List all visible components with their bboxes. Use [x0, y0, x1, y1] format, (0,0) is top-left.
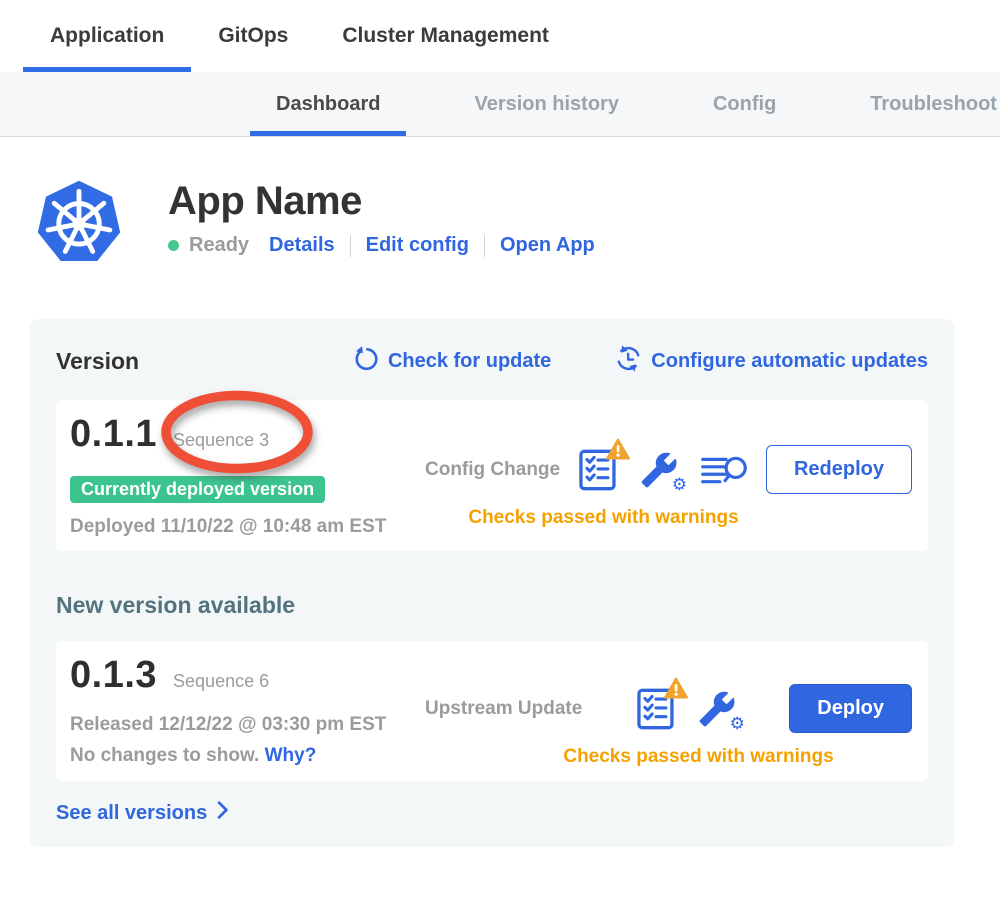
deployed-timestamp: Deployed 11/10/22 @ 10:48 am EST	[70, 516, 425, 538]
check-for-update-link[interactable]: Check for update	[353, 346, 551, 378]
current-version-number: 0.1.1	[70, 413, 157, 456]
tab-gitops[interactable]: GitOps	[191, 0, 315, 72]
available-icon-group: ⚙	[636, 687, 736, 731]
warning-triangle-icon	[606, 438, 630, 465]
available-checks-status: Checks passed with warnings	[425, 746, 912, 768]
available-version-card: 0.1.3 Sequence 6 Released 12/12/22 @ 03:…	[56, 641, 928, 781]
kubernetes-logo	[35, 177, 123, 268]
tab-troubleshoot[interactable]: Troubleshoot	[844, 72, 1000, 136]
no-changes-note: No changes to show. Why?	[70, 745, 425, 767]
no-changes-text: No changes to show.	[70, 745, 259, 766]
deploy-button[interactable]: Deploy	[789, 684, 912, 733]
chevron-right-icon	[217, 801, 229, 825]
secondary-nav: Dashboard Version history Config Trouble…	[0, 72, 1000, 137]
divider	[484, 235, 485, 257]
wrench-gear-icon[interactable]: ⚙	[698, 689, 736, 729]
see-all-versions-label: See all versions	[56, 802, 207, 825]
check-for-update-label: Check for update	[388, 350, 551, 373]
current-checks-status: Checks passed with warnings	[425, 507, 912, 529]
current-version-info: 0.1.1 Sequence 3 Currently deployed vers…	[70, 413, 425, 538]
tab-dashboard[interactable]: Dashboard	[250, 72, 406, 136]
available-version-info: 0.1.3 Sequence 6 Released 12/12/22 @ 03:…	[70, 654, 425, 767]
current-version-sequence: Sequence 3	[173, 430, 269, 451]
released-timestamp: Released 12/12/22 @ 03:30 pm EST	[70, 714, 425, 736]
warning-triangle-icon	[664, 677, 688, 704]
view-files-magnifier-icon[interactable]	[700, 453, 748, 487]
current-version-actions: Config Change	[425, 413, 912, 529]
version-heading: Version	[56, 348, 353, 375]
edit-config-link[interactable]: Edit config	[366, 234, 469, 257]
available-version-actions: Upstream Update	[425, 654, 912, 768]
preflight-checklist-icon[interactable]	[636, 687, 676, 731]
gear-icon: ⚙	[672, 477, 687, 494]
wrench-gear-icon[interactable]: ⚙	[640, 450, 678, 490]
available-version-sequence: Sequence 6	[173, 671, 269, 692]
tab-config[interactable]: Config	[687, 72, 802, 136]
currently-deployed-badge: Currently deployed version	[70, 476, 325, 503]
current-icon-group: ⚙	[578, 448, 748, 492]
app-title-block: App Name Ready Details Edit config Open …	[168, 177, 595, 268]
tab-application[interactable]: Application	[23, 0, 191, 72]
see-all-versions-link[interactable]: See all versions	[56, 801, 229, 825]
new-version-available-heading: New version available	[56, 592, 928, 619]
version-section: Version Check for update	[30, 319, 954, 847]
available-source-label: Upstream Update	[425, 698, 582, 720]
green-dot-icon	[168, 240, 179, 251]
divider	[350, 235, 351, 257]
redeploy-button[interactable]: Redeploy	[766, 445, 912, 494]
app-status-row: Ready Details Edit config Open App	[168, 234, 595, 257]
primary-nav: Application GitOps Cluster Management	[0, 0, 1000, 72]
available-version-number: 0.1.3	[70, 654, 157, 697]
refresh-icon	[353, 346, 379, 378]
details-link[interactable]: Details	[269, 234, 335, 257]
current-version-card: 0.1.1 Sequence 3 Currently deployed vers…	[56, 400, 928, 551]
status-label: Ready	[189, 234, 249, 257]
why-link[interactable]: Why?	[265, 745, 317, 766]
version-section-header: Version Check for update	[56, 345, 928, 378]
open-app-link[interactable]: Open App	[500, 234, 595, 257]
app-header: App Name Ready Details Edit config Open …	[0, 137, 1000, 268]
preflight-checklist-icon[interactable]	[578, 448, 618, 492]
configure-automatic-updates-label: Configure automatic updates	[651, 350, 928, 373]
auto-update-clock-icon	[615, 345, 642, 378]
configure-automatic-updates-link[interactable]: Configure automatic updates	[615, 345, 928, 378]
version-actions: Check for update Configure automatic upd…	[353, 345, 928, 378]
app-title: App Name	[168, 179, 595, 224]
gear-icon: ⚙	[730, 716, 745, 733]
tab-cluster-management[interactable]: Cluster Management	[315, 0, 576, 72]
current-source-label: Config Change	[425, 459, 560, 481]
tab-version-history[interactable]: Version history	[448, 72, 645, 136]
